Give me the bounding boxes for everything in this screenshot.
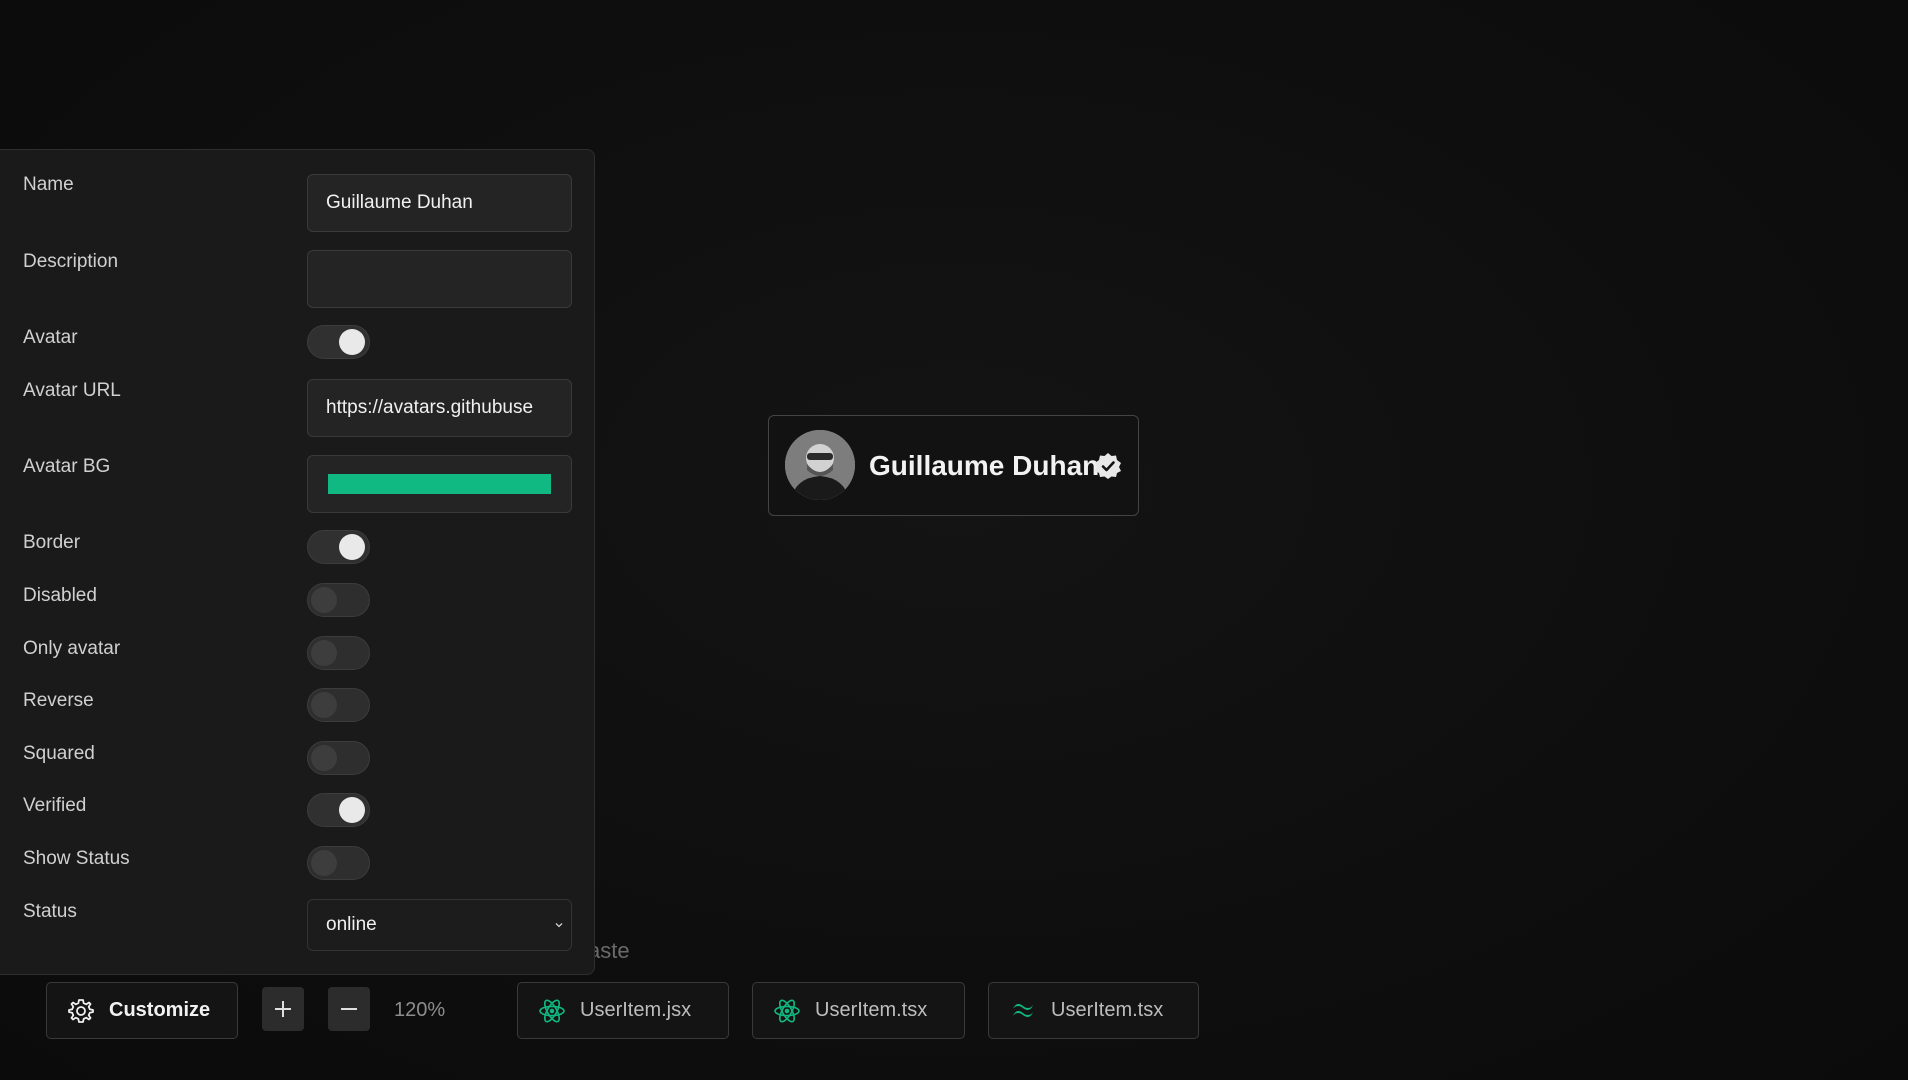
disabled-label: Disabled: [23, 585, 97, 606]
minus-icon: [341, 1008, 357, 1010]
avatar-bg-color-picker[interactable]: [307, 455, 572, 513]
avatar: [785, 430, 855, 500]
verified-badge-icon: [1095, 453, 1121, 479]
avatar-bg-label: Avatar BG: [23, 456, 111, 477]
description-label: Description: [23, 251, 119, 272]
toggle-knob: [311, 745, 337, 771]
border-label: Border: [23, 532, 81, 553]
disabled-toggle[interactable]: [307, 583, 370, 617]
zoom-in-button[interactable]: [262, 987, 304, 1031]
toggle-knob: [311, 850, 337, 876]
user-name: Guillaume Duhan: [869, 450, 1100, 481]
gear-icon: [68, 998, 94, 1023]
toggle-knob: [339, 534, 365, 560]
customize-panel: Name Guillaume Duhan Description Avatar …: [0, 149, 595, 975]
react-icon: [539, 999, 565, 1022]
toggle-knob: [311, 692, 337, 718]
toggle-knob: [339, 329, 365, 355]
reverse-label: Reverse: [23, 690, 94, 711]
zoom-level: 120%: [394, 999, 446, 1021]
verified-toggle[interactable]: [307, 793, 370, 827]
toggle-knob: [339, 797, 365, 823]
squared-label: Squared: [23, 743, 95, 764]
chevron-down-icon: [555, 923, 563, 928]
file-tab-userItem-tsx-tailwind[interactable]: UserItem.tsx: [988, 982, 1199, 1039]
status-select-value: online: [326, 914, 377, 935]
border-toggle[interactable]: [307, 530, 370, 564]
name-input[interactable]: Guillaume Duhan: [307, 174, 572, 232]
only-avatar-toggle[interactable]: [307, 636, 370, 670]
only-avatar-label: Only avatar: [23, 638, 121, 659]
status-label: Status: [23, 901, 77, 922]
avatar-toggle[interactable]: [307, 325, 370, 359]
zoom-out-button[interactable]: [328, 987, 370, 1031]
customize-label: Customize: [109, 999, 211, 1021]
file-tab-label: UserItem.jsx: [580, 999, 692, 1021]
avatar-url-label: Avatar URL: [23, 380, 121, 401]
user-item-preview[interactable]: Guillaume Duhan: [768, 415, 1139, 516]
file-tab-userItem-jsx[interactable]: UserItem.jsx: [517, 982, 729, 1039]
show-status-label: Show Status: [23, 848, 130, 869]
file-tab-userItem-tsx[interactable]: UserItem.tsx: [752, 982, 965, 1039]
description-input[interactable]: [307, 250, 572, 308]
name-label: Name: [23, 174, 74, 195]
avatar-url-input[interactable]: https://avatars.githubuse: [307, 379, 572, 437]
react-icon: [774, 999, 800, 1022]
toggle-knob: [311, 587, 337, 613]
color-swatch: [328, 474, 551, 494]
reverse-toggle[interactable]: [307, 688, 370, 722]
toggle-knob: [311, 640, 337, 666]
verified-label: Verified: [23, 795, 87, 816]
plus-icon: [275, 1001, 291, 1017]
squared-toggle[interactable]: [307, 741, 370, 775]
show-status-toggle[interactable]: [307, 846, 370, 880]
file-tab-label: UserItem.tsx: [1051, 999, 1164, 1021]
status-select[interactable]: online: [307, 899, 572, 951]
customize-button[interactable]: Customize: [46, 982, 238, 1039]
tailwind-icon: [1013, 1003, 1033, 1017]
avatar-label: Avatar: [23, 327, 78, 348]
file-tab-label: UserItem.tsx: [815, 999, 928, 1021]
